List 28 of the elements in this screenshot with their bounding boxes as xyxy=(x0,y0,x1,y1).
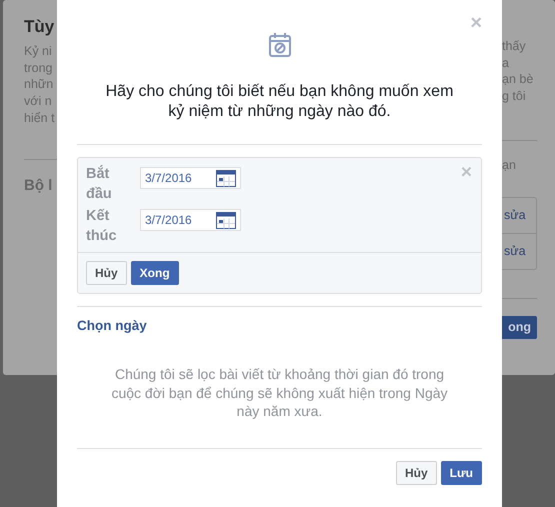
edit-link[interactable]: sửa xyxy=(502,198,536,233)
calendar-icon xyxy=(216,212,236,228)
explanation-text: Chúng tôi sẽ lọc bài viết từ khoảng thời gian đó trong cuộc đời bạn để chúng sẽ không xuất hiện trong Ngày này năm xưa. xyxy=(110,365,449,420)
choose-date-link[interactable]: Chọn ngày xyxy=(77,318,482,333)
done-button[interactable]: ong xyxy=(502,316,537,339)
description-text: ạn bè xyxy=(502,71,534,88)
field-label: Kết thúc xyxy=(86,207,118,246)
description-text: a xyxy=(502,54,510,72)
description-text: g tôi xyxy=(502,88,527,105)
cancel-button[interactable]: Hủy xyxy=(86,261,127,285)
calendar-blocked-icon xyxy=(268,32,292,58)
save-button[interactable]: Lưu xyxy=(440,460,482,484)
done-button[interactable]: Xong xyxy=(130,261,179,285)
description-text: với n xyxy=(24,93,53,110)
calendar-icon xyxy=(216,170,236,186)
description-text: trong xyxy=(24,60,54,76)
field-label: Bắt đầu xyxy=(86,164,113,204)
description-text: hiển t xyxy=(24,110,56,127)
date-field[interactable]: 3/7/2016 xyxy=(140,167,241,189)
dialog-title: Tùy xyxy=(24,17,56,37)
description-text: thấy xyxy=(502,38,527,55)
date-field[interactable]: 3/7/2016 xyxy=(140,209,241,231)
filter-text: ạn xyxy=(502,158,516,172)
dialog-message: Hãy cho chúng tôi biết nếu bạn không muốn xem kỷ niệm từ những ngày nào đó. xyxy=(104,82,454,122)
description-text: Kỷ ni xyxy=(24,43,53,60)
filter-heading: Bộ l xyxy=(24,176,54,194)
description-text: nhữn xyxy=(24,76,54,94)
cancel-button[interactable]: Hủy xyxy=(396,460,437,484)
